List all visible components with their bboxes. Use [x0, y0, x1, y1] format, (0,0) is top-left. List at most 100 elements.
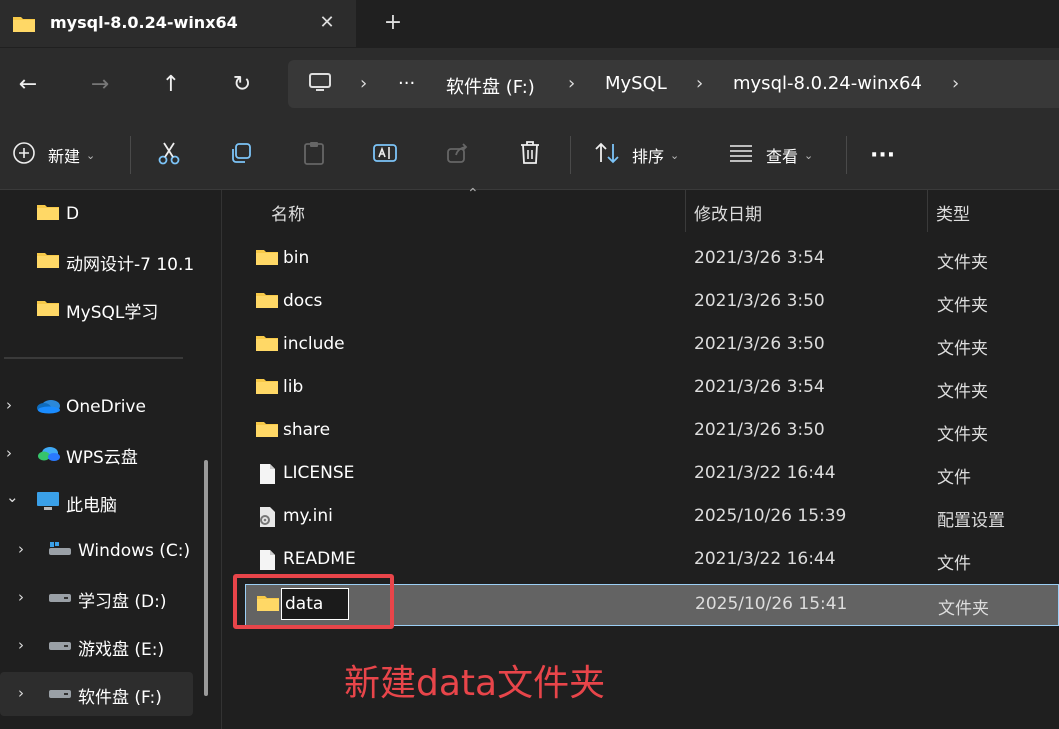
- folder-icon: [12, 15, 36, 37]
- chevron-down-icon[interactable]: ⌄: [6, 488, 19, 506]
- sidebar-item-wps-cloud[interactable]: WPS云盘: [36, 433, 196, 477]
- sidebar-item-label: WPS云盘: [66, 447, 138, 468]
- breadcrumb-mysql[interactable]: MySQL: [605, 73, 667, 94]
- copy-button[interactable]: [229, 140, 253, 170]
- file-date: 2021/3/26 3:50: [694, 291, 825, 311]
- folder-icon: [255, 334, 279, 356]
- share-icon: [446, 141, 470, 169]
- chevron-right-icon[interactable]: ›: [18, 588, 24, 606]
- sort-button-label: 排序: [632, 147, 665, 166]
- file-date: 2025/10/26 15:39: [694, 506, 847, 526]
- up-button[interactable]: ↑: [155, 68, 187, 100]
- new-button-label: 新建: [48, 147, 81, 166]
- sidebar-item-drive-f[interactable]: 软件盘 (F:): [48, 673, 188, 717]
- config-file-icon: [255, 506, 279, 532]
- column-header-type[interactable]: 类型: [936, 200, 970, 225]
- sidebar-item-onedrive[interactable]: OneDrive: [36, 385, 196, 429]
- new-button[interactable]: 新建 ⌄: [12, 140, 95, 170]
- sidebar-item-drive-c[interactable]: Windows (C:): [48, 529, 198, 573]
- table-row[interactable]: share 2021/3/26 3:50 文件夹: [245, 410, 1059, 452]
- more-options-button[interactable]: ···: [870, 140, 895, 170]
- sidebar-item-dongwang[interactable]: 动网设计-7 10.1: [36, 240, 196, 284]
- back-arrow-icon: ←: [18, 71, 38, 97]
- annotation-highlight-box: [233, 574, 394, 629]
- back-button[interactable]: ←: [12, 68, 44, 100]
- tab-active[interactable]: mysql-8.0.24-winx64 ✕: [0, 0, 356, 47]
- breadcrumb-separator[interactable]: ›: [360, 73, 367, 94]
- refresh-button[interactable]: ↻: [226, 68, 258, 100]
- view-button[interactable]: 查看 ⌄: [728, 140, 813, 170]
- rename-button[interactable]: [372, 140, 398, 170]
- sidebar-item-label: OneDrive: [66, 397, 146, 417]
- share-button[interactable]: [446, 140, 470, 170]
- breadcrumb-separator[interactable]: ›: [696, 73, 703, 94]
- forward-button[interactable]: →: [84, 68, 116, 100]
- sidebar-item-label: Windows (C:): [78, 541, 191, 561]
- chevron-right-icon[interactable]: ›: [6, 444, 12, 462]
- table-row[interactable]: include 2021/3/26 3:50 文件夹: [245, 324, 1059, 366]
- sidebar-scrollbar[interactable]: [204, 460, 208, 696]
- view-button-label: 查看: [766, 147, 799, 166]
- sidebar-item-d[interactable]: D: [36, 192, 196, 236]
- computer-icon: [308, 72, 332, 98]
- file-list: ⌃ 名称 修改日期 类型 bin 2021/3/26 3:54 文件夹 docs…: [223, 186, 1059, 729]
- column-header-name[interactable]: 名称: [271, 200, 305, 225]
- chevron-right-icon[interactable]: ›: [6, 396, 12, 414]
- sidebar-item-label: 动网设计-7 10.1: [66, 254, 195, 275]
- file-name: lib: [283, 377, 304, 397]
- file-date: 2021/3/22 16:44: [694, 463, 836, 483]
- table-row[interactable]: docs 2021/3/26 3:50 文件夹: [245, 281, 1059, 323]
- file-type: 文件: [937, 468, 971, 488]
- column-divider[interactable]: [685, 190, 686, 232]
- chevron-right-icon[interactable]: ›: [18, 636, 24, 654]
- breadcrumb-separator[interactable]: ›: [568, 73, 575, 94]
- clipboard-icon: [302, 140, 326, 170]
- forward-arrow-icon: →: [90, 71, 110, 97]
- annotation-text: 新建data文件夹: [344, 663, 606, 704]
- tab-title: mysql-8.0.24-winx64: [50, 13, 238, 32]
- breadcrumb-mysql-folder[interactable]: mysql-8.0.24-winx64: [733, 73, 922, 94]
- table-row[interactable]: lib 2021/3/26 3:54 文件夹: [245, 367, 1059, 409]
- delete-button[interactable]: [518, 140, 542, 170]
- breadcrumb-more[interactable]: ···: [398, 73, 415, 94]
- sidebar-item-drive-d[interactable]: 学习盘 (D:): [48, 577, 198, 621]
- column-divider[interactable]: [927, 190, 928, 232]
- file-type: 文件夹: [937, 382, 988, 402]
- view-lines-icon: [728, 143, 754, 167]
- onedrive-cloud-icon: [36, 396, 62, 419]
- file-name: docs: [283, 291, 323, 311]
- file-date: 2021/3/26 3:50: [694, 420, 825, 440]
- cut-button[interactable]: [156, 140, 182, 170]
- chevron-right-icon[interactable]: ›: [18, 540, 24, 558]
- sidebar-item-label: 游戏盘 (E:): [78, 639, 165, 660]
- table-row[interactable]: my.ini 2025/10/26 15:39 配置设置: [245, 496, 1059, 538]
- address-bar[interactable]: › ··· 软件盘 (F:) › MySQL › mysql-8.0.24-wi…: [288, 60, 1059, 108]
- breadcrumb-drive-f[interactable]: 软件盘 (F:): [446, 73, 535, 99]
- chevron-right-icon[interactable]: ›: [18, 684, 24, 702]
- table-row[interactable]: bin 2021/3/26 3:54 文件夹: [245, 238, 1059, 280]
- paste-button[interactable]: [302, 140, 326, 170]
- sidebar-item-this-pc[interactable]: 此电脑: [36, 481, 196, 525]
- sort-button[interactable]: 排序 ⌄: [594, 140, 679, 170]
- sidebar-item-mysql-study[interactable]: MySQL学习: [36, 288, 196, 332]
- column-header-date[interactable]: 修改日期: [694, 200, 762, 225]
- sidebar-item-label: D: [66, 204, 80, 224]
- file-type: 配置设置: [937, 511, 1005, 531]
- up-arrow-icon: ↑: [161, 71, 181, 97]
- chevron-down-icon: ⌄: [804, 148, 814, 162]
- close-tab-icon[interactable]: ✕: [316, 12, 338, 33]
- title-bar: mysql-8.0.24-winx64 ✕ +: [0, 0, 1059, 48]
- new-tab-button[interactable]: +: [382, 10, 404, 35]
- file-date: 2025/10/26 15:41: [695, 594, 848, 614]
- table-row[interactable]: LICENSE 2021/3/22 16:44 文件: [245, 453, 1059, 495]
- file-date: 2021/3/22 16:44: [694, 549, 836, 569]
- file-type: 文件夹: [938, 599, 989, 619]
- file-type: 文件夹: [937, 339, 988, 359]
- refresh-icon: ↻: [232, 71, 252, 97]
- breadcrumb-separator[interactable]: ›: [952, 73, 959, 94]
- folder-icon: [36, 251, 60, 274]
- sidebar-item-label: 此电脑: [66, 495, 117, 516]
- file-type: 文件夹: [937, 425, 988, 445]
- sidebar-item-drive-e[interactable]: 游戏盘 (E:): [48, 625, 198, 669]
- toolbar-divider: [846, 136, 847, 174]
